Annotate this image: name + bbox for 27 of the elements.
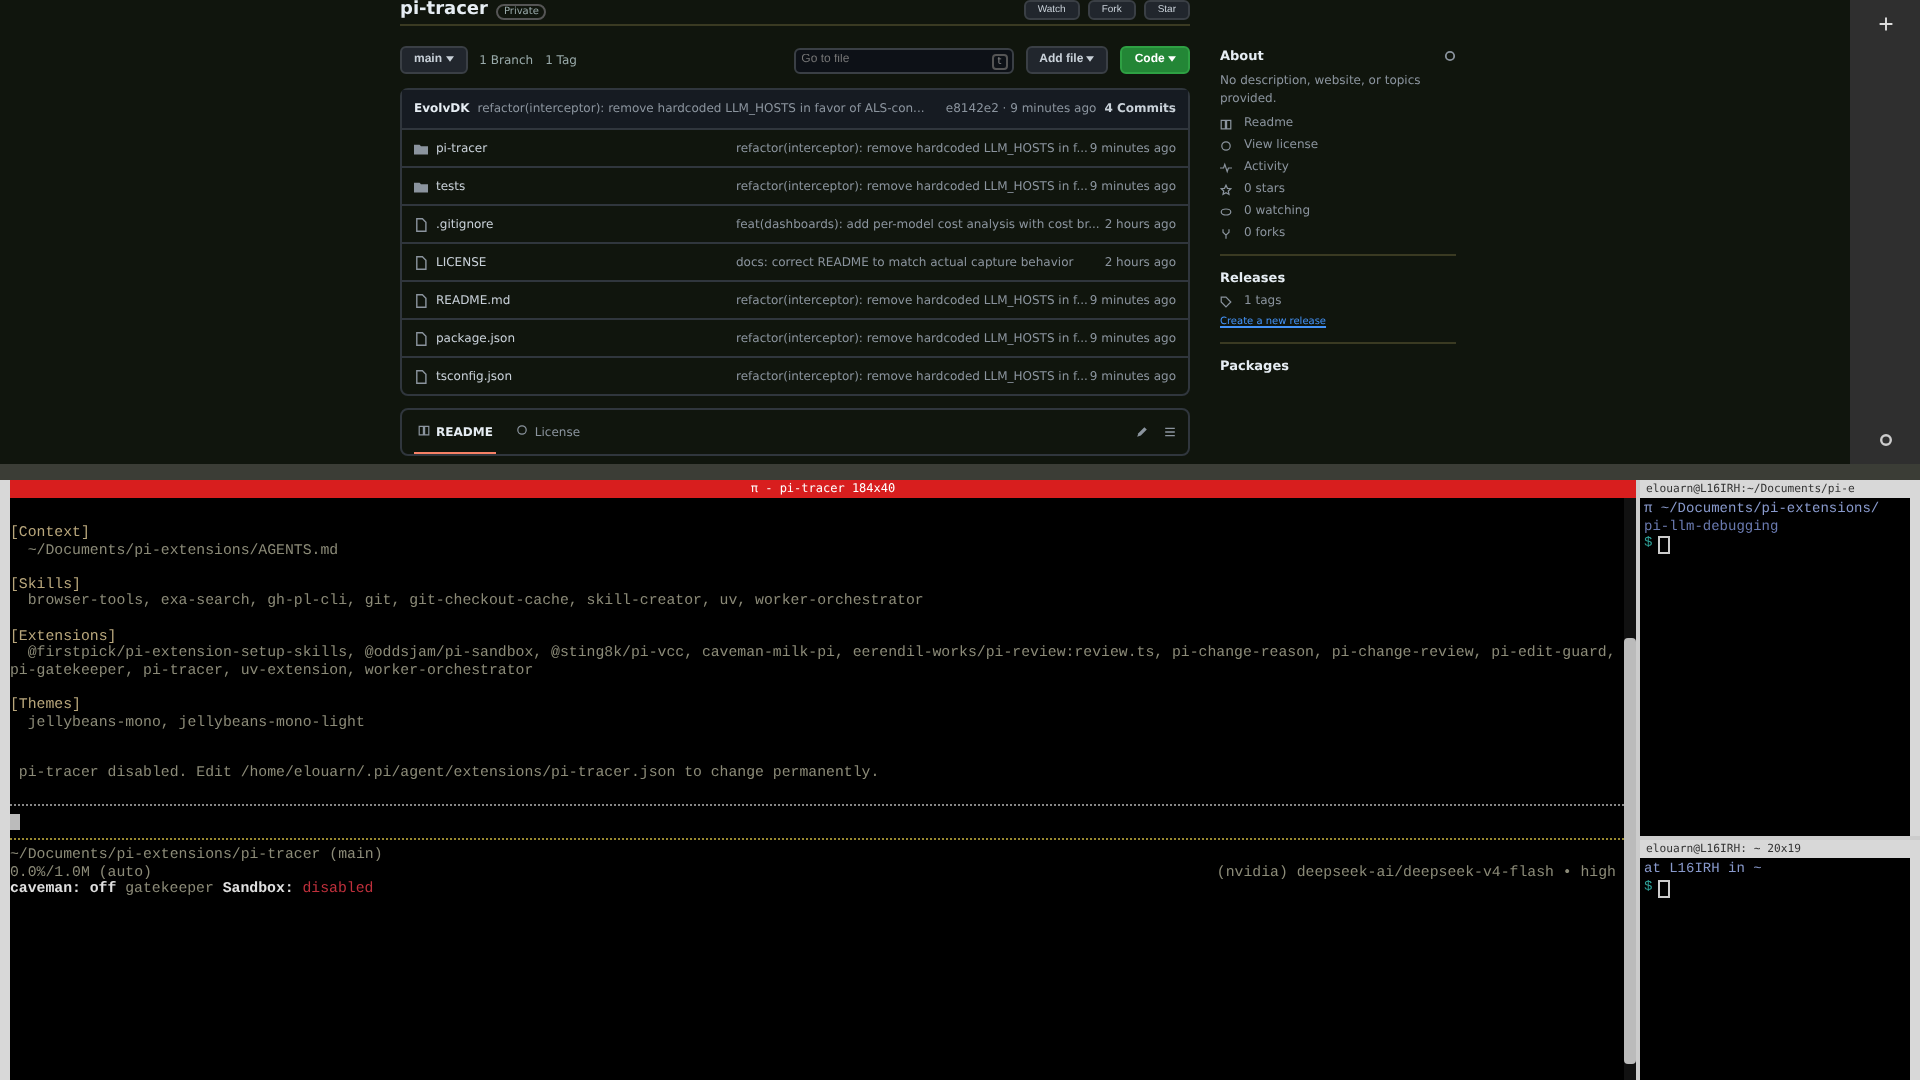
settings-icon[interactable] [1877,432,1893,448]
settings-icon[interactable] [1444,50,1456,62]
text-cursor [1658,879,1671,898]
folder-icon [414,141,428,155]
caret-icon [445,56,454,62]
file-icon [414,331,428,345]
tag-icon [1220,295,1232,307]
repo-name[interactable]: pi-tracer [400,0,488,20]
caret-icon [1168,56,1176,62]
pencil-icon[interactable] [1136,426,1148,438]
file-icon [414,293,428,307]
text-cursor [1658,536,1671,555]
file-icon [414,369,428,383]
list-icon[interactable] [1164,426,1176,438]
scrollbar-thumb[interactable] [1624,638,1636,1064]
text-cursor [10,813,20,830]
caret-icon [1086,56,1095,62]
fork-icon [1220,227,1232,239]
book-icon [418,423,430,435]
book-icon [1220,117,1232,129]
pulse-icon [1220,161,1232,173]
file-icon [414,255,428,269]
add-icon[interactable] [1877,16,1893,32]
file-icon [414,217,428,231]
star-icon [1220,183,1232,195]
folder-icon [414,179,428,193]
circle-icon [516,423,529,435]
